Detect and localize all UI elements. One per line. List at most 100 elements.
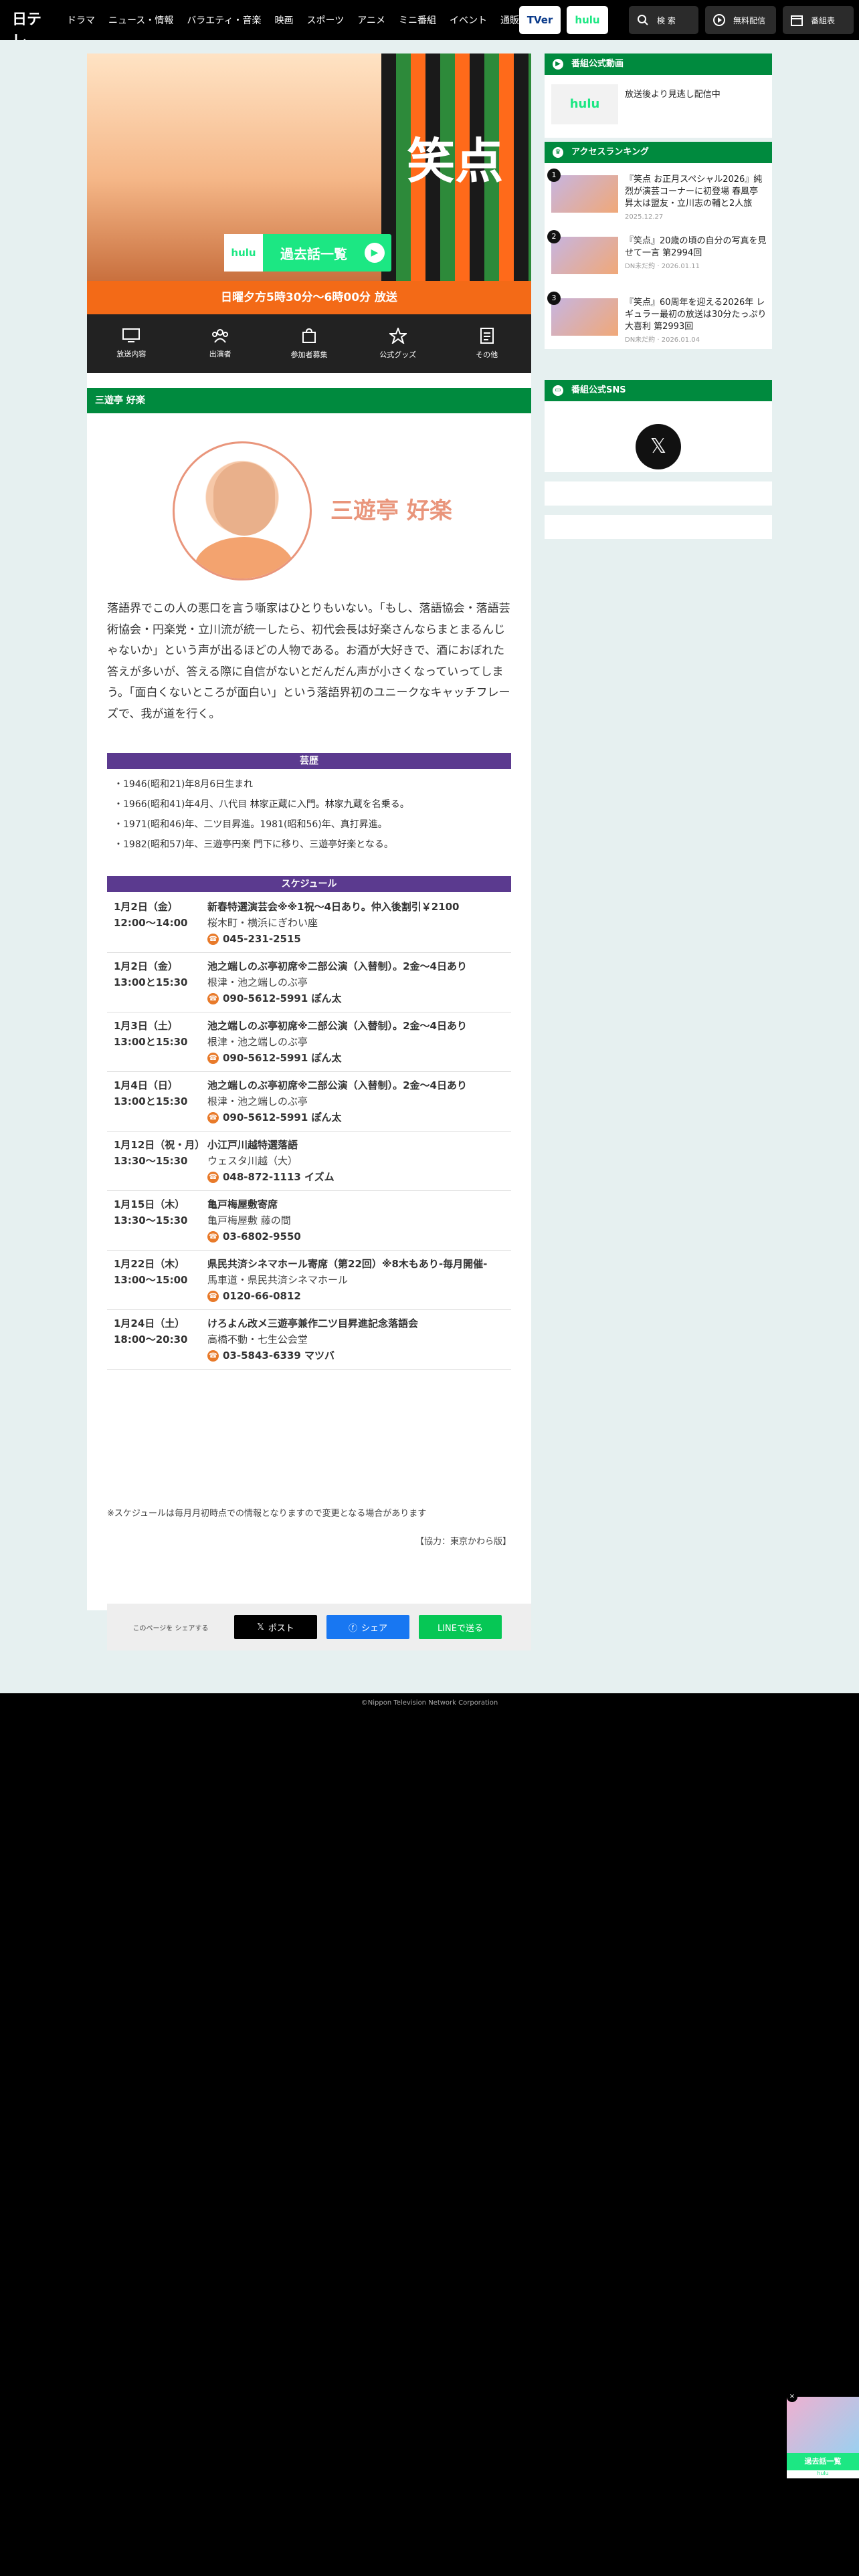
main-column: 笑点 hulu 過去話一覧 ▶ 日曜夕方5時30分～6時00分 放送 放送内容 … <box>87 53 531 1650</box>
ranking-title: 『笑点』20歳の頃の自分の写真を見せて一言 第2994回 <box>625 236 767 258</box>
subnav-goods-label: 公式グッズ <box>379 350 417 359</box>
subnav-broadcast[interactable]: 放送内容 <box>87 314 176 373</box>
ranking-box: 1 『笑点 お正月スペシャル2026』純烈が演芸コーナーに初登場 春風亭昇太は盟… <box>545 163 772 349</box>
nav-mini[interactable]: ミニ番組 <box>399 13 436 27</box>
phone-icon: ☎ <box>207 992 219 1004</box>
history-list: ・1946(昭和21)年8月6日生まれ ・1966(昭和41)年4月、八代目 林… <box>114 774 508 855</box>
schedule-row: 1月24日（土） 18:00～20:30 けろよん改メ三遊亭兼作二ツ目昇進記念落語… <box>107 1310 511 1370</box>
ranking-number: 2 <box>547 230 561 243</box>
schedule-venue: ウェスタ川越（大） <box>207 1155 298 1167</box>
arrow-right-icon: ▶ <box>365 243 385 263</box>
schedule-tel[interactable]: 090-5612-5991 ぽん太 <box>223 990 341 1006</box>
subnav-other[interactable]: その他 <box>442 314 531 373</box>
share-bar: このページを シェアする 𝕏 ポスト ⓕ シェア LINEで送る <box>107 1604 531 1650</box>
sns-heading-label: 番組公式SNS <box>571 385 626 395</box>
ranking-title: 『笑点 お正月スペシャル2026』純烈が演芸コーナーに初登場 春風亭昇太は盟友・… <box>625 175 763 209</box>
phone-icon: ☎ <box>207 1350 219 1362</box>
banner-thumb <box>787 2397 859 2453</box>
bag-icon <box>302 328 316 343</box>
tv-guide-label: 番組表 <box>811 15 836 25</box>
schedule-tel[interactable]: 045-231-2515 <box>223 931 301 947</box>
schedule-time: 13:00～15:00 <box>114 1274 188 1286</box>
schedule-tel[interactable]: 0120-66-0812 <box>223 1288 301 1304</box>
sidebar-ad-slot <box>545 515 772 539</box>
ranking-date: DN未だ約 · 2026.01.04 <box>625 336 700 344</box>
footer-copyright: ©Nippon Television Network Corporation <box>0 1693 859 1713</box>
x-icon: 𝕏 <box>257 1622 264 1632</box>
free-stream-button[interactable]: 無料配信 <box>705 6 776 34</box>
ntv-logo[interactable]: 日テレ <box>12 9 55 49</box>
schedule-tel[interactable]: 03-5843-6339 マツバ <box>223 1348 335 1364</box>
schedule-event: けろよん改メ三遊亭兼作二ツ目昇進記念落語会 <box>207 1317 419 1329</box>
subnav-goods[interactable]: 公式グッズ <box>353 314 442 373</box>
share-line-label: LINEで送る <box>437 1623 483 1634</box>
share-line-button[interactable]: LINEで送る <box>419 1615 502 1639</box>
past-episodes-label: 過去話一覧 <box>280 245 347 262</box>
phone-icon: ☎ <box>207 1290 219 1302</box>
schedule-tel[interactable]: 090-5612-5991 ぽん太 <box>223 1109 341 1125</box>
schedule-time: 12:00～14:00 <box>114 917 188 929</box>
share-facebook-button[interactable]: ⓕ シェア <box>326 1615 409 1639</box>
past-episodes-button[interactable]: hulu 過去話一覧 ▶ <box>224 234 391 272</box>
nav-variety[interactable]: バラエティ・音楽 <box>187 13 261 27</box>
banner-past-episodes-button[interactable]: 過去話一覧 <box>787 2453 859 2470</box>
section-title: 三遊亭 好楽 <box>87 388 531 413</box>
nav-event[interactable]: イベント <box>450 13 487 27</box>
subnav-recruit[interactable]: 参加者募集 <box>265 314 354 373</box>
share-x-button[interactable]: 𝕏 ポスト <box>234 1615 317 1639</box>
nav-anime[interactable]: アニメ <box>357 13 385 27</box>
people-icon <box>212 329 229 343</box>
tv-icon: ▭ <box>553 385 563 396</box>
schedule-event: 新春特選演芸会※※1祝～4日あり。仲入後割引￥2100 <box>207 901 460 913</box>
schedule-row: 1月2日（金） 12:00～14:00 新春特選演芸会※※1祝～4日あり。仲入後割… <box>107 893 511 953</box>
ranking-title: 『笑点』60周年を迎える2026年 レギュラー最初の放送は30分たっぷり大喜利 … <box>625 298 767 332</box>
search-button[interactable]: 検 索 <box>629 6 698 34</box>
sidebar-ad-slot <box>545 481 772 506</box>
schedule-date: 1月12日（祝・月） <box>114 1139 205 1151</box>
subnav-cast-label: 出演者 <box>209 350 231 358</box>
airtime-banner: 日曜夕方5時30分～6時00分 放送 <box>87 281 531 314</box>
share-x-label: ポスト <box>268 1623 294 1634</box>
tv-icon <box>122 328 140 342</box>
history-item: ・1946(昭和21)年8月6日生まれ <box>114 779 254 790</box>
schedule-time: 13:30～15:30 <box>114 1155 188 1167</box>
ranking-thumb <box>551 237 618 274</box>
close-icon[interactable]: × <box>787 2391 797 2402</box>
history-item: ・1982(昭和57)年、三遊亭円楽 門下に移り、三遊亭好楽となる。 <box>114 839 393 850</box>
schedule-time: 18:00～20:30 <box>114 1333 188 1346</box>
video-box[interactable]: hulu 放送後より見逃し配信中 <box>545 75 772 138</box>
ranking-date: 2025.12.27 <box>625 213 664 221</box>
nav-movie[interactable]: 映画 <box>274 13 293 27</box>
schedule-tel[interactable]: 090-5612-5991 ぽん太 <box>223 1050 341 1066</box>
tver-button[interactable]: TVer <box>519 6 561 34</box>
ranking-item[interactable]: 3 『笑点』60周年を迎える2026年 レギュラー最初の放送は30分たっぷり大喜… <box>545 289 772 345</box>
document-icon <box>480 328 494 344</box>
hulu-logo: hulu <box>224 234 263 272</box>
ranking-heading: ♛ アクセスランキング <box>545 142 772 163</box>
nav-drama[interactable]: ドラマ <box>67 13 95 27</box>
schedule-event: 県民共済シネマホール寄席（第22回）※8木もあり-毎月開催- <box>207 1258 488 1270</box>
subnav-recruit-label: 参加者募集 <box>290 350 328 359</box>
hulu-thumb: hulu <box>551 84 618 124</box>
tv-guide-button[interactable]: 番組表 <box>783 6 854 34</box>
hulu-button[interactable]: hulu <box>567 6 608 34</box>
schedule-event: 池之端しのぶ亭初席※二部公演（入替制）。2金～4日あり <box>207 1020 467 1032</box>
performer-name: 三遊亭 好楽 <box>330 498 452 524</box>
global-nav: ドラマ ニュース・情報 バラエティ・音楽 映画 スポーツ アニメ ミニ番組 イベ… <box>67 0 533 40</box>
phone-icon: ☎ <box>207 1111 219 1123</box>
nav-shopping[interactable]: 通販 <box>500 13 519 27</box>
schedule-date: 1月3日（土） <box>114 1020 178 1032</box>
x-icon[interactable]: 𝕏 <box>636 424 681 469</box>
floating-hulu-banner[interactable]: × 過去話一覧 hulu <box>787 2391 859 2478</box>
subnav-cast[interactable]: 出演者 <box>176 314 265 373</box>
schedule-tel[interactable]: 048-872-1113 イズム <box>223 1169 335 1185</box>
schedule-table: 1月2日（金） 12:00～14:00 新春特選演芸会※※1祝～4日あり。仲入後割… <box>107 893 511 1370</box>
schedule-row: 1月22日（木） 13:00～15:00 県民共済シネマホール寄席（第22回）※8… <box>107 1251 511 1310</box>
share-facebook-label: シェア <box>361 1623 388 1634</box>
schedule-tel[interactable]: 03-6802-9550 <box>223 1228 301 1245</box>
ranking-item[interactable]: 2 『笑点』20歳の頃の自分の写真を見せて一言 第2994回 DN未だ約 · 20… <box>545 227 772 284</box>
nav-news[interactable]: ニュース・情報 <box>108 13 173 27</box>
ranking-item[interactable]: 1 『笑点 お正月スペシャル2026』純烈が演芸コーナーに初登場 春風亭昇太は盟… <box>545 166 772 222</box>
schedule-row: 1月4日（日） 13:00と15:30 池之端しのぶ亭初席※二部公演（入替制）。2… <box>107 1072 511 1132</box>
nav-sports[interactable]: スポーツ <box>306 13 344 27</box>
